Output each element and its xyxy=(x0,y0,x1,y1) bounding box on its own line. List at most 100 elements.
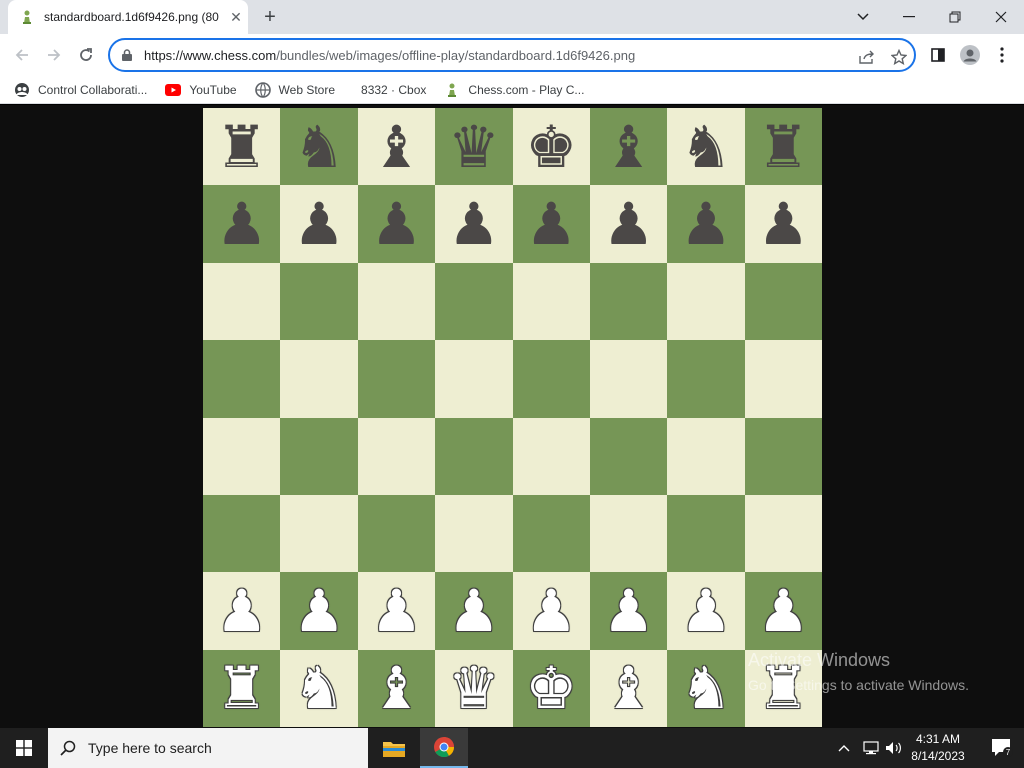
board-square: ♟ xyxy=(589,572,668,650)
notification-count: 7 xyxy=(1006,748,1011,757)
board-square: ♟ xyxy=(357,572,436,650)
white-piece: ♝ xyxy=(602,654,655,723)
board-square xyxy=(512,417,590,495)
address-bar[interactable]: https://www.chess.com/bundles/web/images… xyxy=(108,38,916,72)
windows-start-icon[interactable] xyxy=(0,728,48,768)
bookmark-label: Control Collaborati... xyxy=(38,82,148,97)
board-square: ♞ xyxy=(280,649,358,728)
bookmarks-bar: Control Collaborati... YouTube Web Store… xyxy=(0,76,1024,104)
side-panel-icon[interactable] xyxy=(924,41,952,69)
menu-kebab-icon[interactable] xyxy=(988,41,1016,69)
black-piece: ♞ xyxy=(293,112,346,181)
board-square xyxy=(744,417,823,495)
board-square: ♚ xyxy=(512,108,590,186)
board-square: ♟ xyxy=(512,572,590,650)
board-square: ♟ xyxy=(512,185,590,263)
search-icon xyxy=(60,740,76,756)
bookmark-label: Web Store xyxy=(278,82,336,97)
black-piece: ♟ xyxy=(525,190,578,259)
forward-button[interactable] xyxy=(40,41,68,69)
network-icon[interactable] xyxy=(862,728,880,768)
file-explorer-icon[interactable] xyxy=(370,728,418,768)
board-square xyxy=(435,417,513,495)
black-piece: ♞ xyxy=(680,112,733,181)
white-piece: ♟ xyxy=(757,577,810,646)
tab-search-chevron-icon[interactable] xyxy=(840,0,886,34)
black-piece: ♝ xyxy=(602,112,655,181)
board-square: ♞ xyxy=(667,108,745,186)
restore-button[interactable] xyxy=(932,0,978,34)
new-tab-button[interactable]: + xyxy=(257,4,283,30)
close-tab-icon[interactable]: ✕ xyxy=(224,9,248,26)
board-square xyxy=(357,417,436,495)
reload-button[interactable] xyxy=(72,41,100,69)
black-piece: ♟ xyxy=(293,190,346,259)
board-square xyxy=(357,262,436,341)
lock-icon[interactable] xyxy=(122,49,136,61)
board-square xyxy=(203,262,281,341)
chess-pawn-icon xyxy=(444,82,460,98)
url-text[interactable]: https://www.chess.com/bundles/web/images… xyxy=(144,48,914,63)
board-square xyxy=(435,494,513,573)
black-piece: ♚ xyxy=(525,112,578,181)
bookmark-label: 8332 · Cbox xyxy=(361,82,427,97)
taskbar-search-box[interactable]: Type here to search xyxy=(48,728,368,768)
white-piece: ♚ xyxy=(525,654,578,723)
watermark-subtitle: Go to Settings to activate Windows. xyxy=(748,677,969,693)
board-square xyxy=(589,417,668,495)
board-square: ♝ xyxy=(357,649,436,728)
taskbar-clock[interactable]: 4:31 AM 8/14/2023 xyxy=(900,728,976,768)
bookmark-star-icon[interactable] xyxy=(890,48,908,66)
notification-center-icon[interactable]: 7 xyxy=(980,728,1024,768)
browser-tab-strip: standardboard.1d6f9426.png (80 ✕ + xyxy=(0,0,1024,34)
bookmark-cbox[interactable]: 8332 · Cbox xyxy=(361,83,426,97)
white-piece: ♜ xyxy=(215,654,268,723)
bookmark-label: YouTube xyxy=(189,82,237,97)
black-piece: ♟ xyxy=(215,190,268,259)
globe-people-icon xyxy=(14,82,30,98)
board-square xyxy=(667,262,745,341)
clock-date: 8/14/2023 xyxy=(911,749,965,763)
board-square xyxy=(280,262,358,341)
board-square xyxy=(512,340,590,418)
board-square xyxy=(589,340,668,418)
board-square: ♛ xyxy=(435,108,513,186)
minimize-button[interactable] xyxy=(886,0,932,34)
back-button[interactable] xyxy=(8,41,36,69)
board-square: ♟ xyxy=(589,185,668,263)
board-square xyxy=(280,494,358,573)
board-square xyxy=(667,340,745,418)
white-piece: ♛ xyxy=(447,654,500,723)
board-square: ♟ xyxy=(667,572,745,650)
board-square: ♝ xyxy=(357,108,436,186)
board-square: ♟ xyxy=(280,185,358,263)
board-square: ♝ xyxy=(589,649,668,728)
board-square xyxy=(357,494,436,573)
watermark-title: Activate Windows xyxy=(748,650,891,670)
board-square: ♟ xyxy=(357,185,436,263)
board-square xyxy=(589,262,668,341)
board-square: ♝ xyxy=(589,108,668,186)
clock-time: 4:31 AM xyxy=(915,732,961,746)
white-piece: ♟ xyxy=(370,577,423,646)
share-icon[interactable] xyxy=(858,48,876,66)
show-hidden-icons-chevron[interactable] xyxy=(838,728,850,768)
black-piece: ♜ xyxy=(757,112,810,181)
search-placeholder: Type here to search xyxy=(88,740,212,756)
bookmark-chess-com[interactable]: Chess.com - Play C... xyxy=(444,82,584,98)
board-square xyxy=(280,340,358,418)
close-window-button[interactable] xyxy=(978,0,1024,34)
board-square xyxy=(512,494,590,573)
bookmark-control-collaboration[interactable]: Control Collaborati... xyxy=(14,82,147,98)
browser-tab[interactable]: standardboard.1d6f9426.png (80 ✕ xyxy=(8,0,248,34)
board-square xyxy=(357,340,436,418)
bookmark-web-store[interactable]: Web Store xyxy=(254,81,336,98)
chrome-icon[interactable] xyxy=(420,728,468,768)
white-piece: ♟ xyxy=(215,577,268,646)
url-path: /bundles/web/images/offline-play/standar… xyxy=(276,47,636,63)
profile-avatar-icon[interactable] xyxy=(956,41,984,69)
white-piece: ♟ xyxy=(602,577,655,646)
windows-taskbar: Type here to search 4:31 AM 8/14/2023 7 xyxy=(0,728,1024,768)
bookmark-youtube[interactable]: YouTube xyxy=(165,82,237,98)
board-square xyxy=(203,494,281,573)
